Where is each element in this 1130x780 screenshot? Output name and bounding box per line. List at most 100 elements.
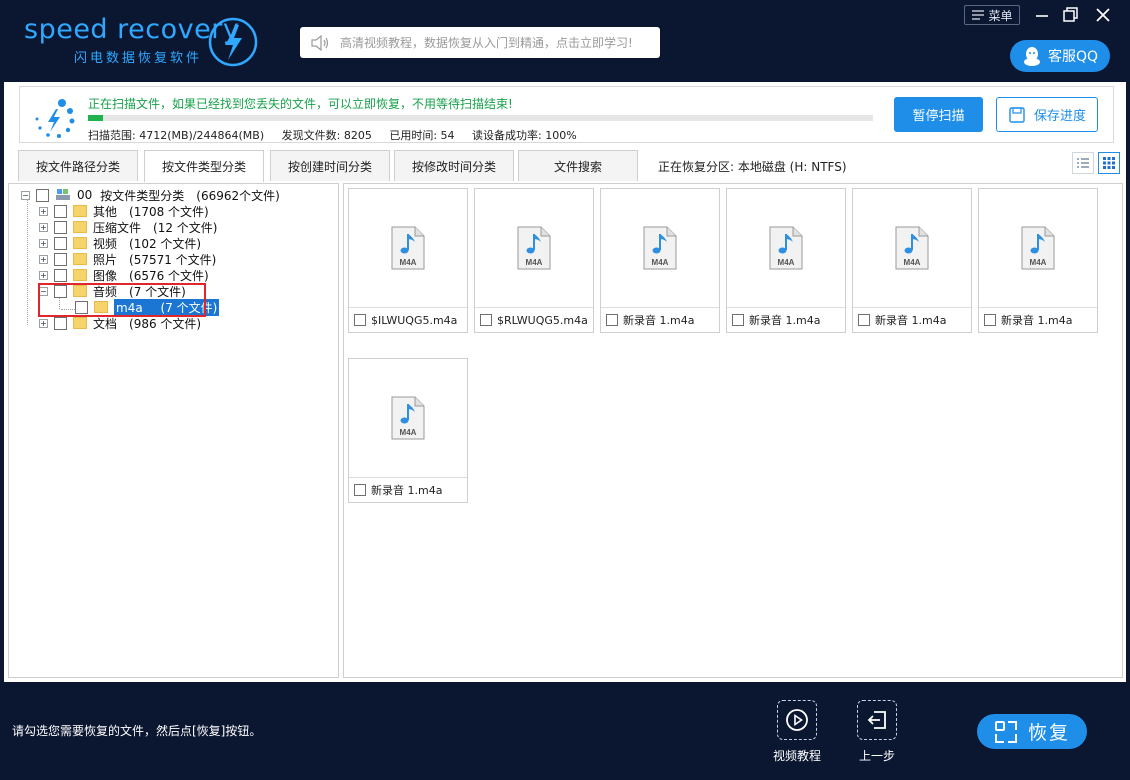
tree-item-archives[interactable]: + 压缩文件 (12 个文件) (39, 219, 217, 235)
file-card-footer: $ILWUQG5.m4a (349, 307, 467, 332)
tutorial-search-box[interactable]: 高清视频教程，数据恢复从入门到精通，点击立即学习! (300, 27, 660, 58)
tree-item-label: 文档 (93, 316, 118, 331)
menu-label: 菜单 (988, 8, 1013, 23)
file-checkbox[interactable] (732, 314, 744, 326)
tree-item-count: (1708 个文件) (129, 204, 209, 219)
video-tutorial-label: 视频教程 (773, 749, 822, 763)
previous-step-label: 上一步 (859, 749, 896, 763)
tree-root-id: 00 (77, 188, 93, 202)
expand-toggle[interactable]: + (39, 270, 48, 280)
search-placeholder: 高清视频教程，数据恢复从入门到精通，点击立即学习! (340, 36, 633, 50)
file-checkbox[interactable] (354, 314, 366, 326)
svg-text:M4A: M4A (778, 258, 795, 267)
file-grid: M4A $ILWUQG5.m4a M4A $RLWUQG5.m4a M4A 新录… (343, 183, 1123, 678)
svg-text:M4A: M4A (904, 258, 921, 267)
collapse-toggle[interactable]: − (21, 190, 30, 200)
tree-item-images[interactable]: + 图像 (6576 个文件) (39, 267, 209, 283)
file-card[interactable]: M4A $RLWUQG5.m4a (474, 188, 594, 333)
qq-penguin-icon (1023, 47, 1040, 66)
tab-by-path[interactable]: 按文件路径分类 (18, 150, 138, 181)
file-card[interactable]: M4A $ILWUQG5.m4a (348, 188, 468, 333)
instruction-hint: 请勾选您需要恢复的文件，然后点[恢复]按钮。 (12, 724, 262, 738)
file-name: 新录音 1.m4a (875, 314, 947, 327)
customer-service-qq-button[interactable]: 客服QQ (1010, 40, 1110, 72)
tree-item-photos[interactable]: + 照片 (57571 个文件) (39, 251, 216, 267)
file-card-footer: 新录音 1.m4a (727, 307, 845, 332)
read-success-rate: 读设备成功率: 100% (472, 129, 577, 142)
tree-checkbox[interactable] (54, 268, 67, 282)
file-card[interactable]: M4A 新录音 1.m4a (600, 188, 720, 333)
file-checkbox[interactable] (984, 314, 996, 326)
list-view-button[interactable] (1072, 152, 1094, 174)
expand-toggle[interactable]: + (39, 318, 48, 328)
tree-item-count: (57571 个文件) (129, 252, 217, 267)
file-card[interactable]: M4A 新录音 1.m4a (978, 188, 1098, 333)
tab-by-modified-time[interactable]: 按修改时间分类 (394, 150, 514, 181)
folder-icon (73, 253, 87, 265)
scan-status-area: 正在扫描文件，如果已经找到您丢失的文件，可以立即恢复，不用等待扫描结束! 扫描范… (19, 86, 1114, 143)
pause-scan-button[interactable]: 暂停扫描 (894, 97, 983, 132)
tree-checkbox[interactable] (54, 236, 67, 250)
tree-item-documents[interactable]: + 文档 (986 个文件) (39, 315, 201, 331)
tree-item-video[interactable]: + 视频 (102 个文件) (39, 235, 201, 251)
tree-checkbox[interactable] (36, 188, 49, 202)
grid-view-button[interactable] (1098, 152, 1120, 174)
maximize-icon[interactable] (1060, 5, 1080, 25)
folder-icon (73, 237, 87, 249)
file-name: 新录音 1.m4a (1001, 314, 1073, 327)
svg-text:M4A: M4A (652, 258, 669, 267)
file-card-footer: 新录音 1.m4a (979, 307, 1097, 332)
expand-toggle[interactable]: + (39, 238, 48, 248)
tree-checkbox[interactable] (54, 204, 67, 218)
file-name: 新录音 1.m4a (623, 314, 695, 327)
video-tutorial-button[interactable] (777, 700, 817, 740)
scanning-icon (35, 99, 75, 138)
tree-item-label: 图像 (93, 268, 118, 283)
tab-by-type[interactable]: 按文件类型分类 (144, 150, 264, 182)
expand-toggle[interactable]: + (39, 222, 48, 232)
scan-progress-bar (88, 115, 873, 121)
file-card[interactable]: M4A 新录音 1.m4a (726, 188, 846, 333)
file-checkbox[interactable] (858, 314, 870, 326)
main-panel: 正在扫描文件，如果已经找到您丢失的文件，可以立即恢复，不用等待扫描结束! 扫描范… (4, 82, 1126, 682)
save-progress-button[interactable]: 保存进度 (996, 97, 1098, 132)
file-card[interactable]: M4A 新录音 1.m4a (348, 358, 468, 503)
svg-text:M4A: M4A (1030, 258, 1047, 267)
speaker-icon (311, 34, 329, 51)
tree-checkbox[interactable] (54, 316, 67, 330)
found-file-count: 发现文件数: 8205 (281, 129, 372, 142)
tree-item-label: 其他 (93, 204, 118, 219)
tree-checkbox[interactable] (54, 252, 67, 266)
tree-item-count: (6576 个文件) (129, 268, 209, 283)
expand-toggle[interactable]: + (39, 206, 48, 216)
tree-item-label: 压缩文件 (93, 220, 142, 235)
file-checkbox[interactable] (354, 484, 366, 496)
scan-progress-fill (88, 115, 103, 121)
m4a-file-icon: M4A (643, 226, 677, 270)
tree-root-label: 按文件类型分类 (100, 188, 185, 203)
tree-item-other[interactable]: + 其他 (1708 个文件) (39, 203, 209, 219)
expand-toggle[interactable]: + (39, 254, 48, 264)
tree-root[interactable]: − 00 按文件类型分类 (66962个文件) (21, 187, 280, 203)
recover-button[interactable]: 恢复 (977, 714, 1087, 749)
file-card[interactable]: M4A 新录音 1.m4a (852, 188, 972, 333)
previous-step-button[interactable] (857, 700, 897, 740)
m4a-file-icon: M4A (391, 396, 425, 440)
menu-button[interactable]: 菜单 (964, 5, 1020, 25)
tree-checkbox[interactable] (54, 220, 67, 234)
save-progress-label: 保存进度 (1033, 109, 1086, 124)
file-checkbox[interactable] (606, 314, 618, 326)
folder-icon (73, 221, 87, 233)
minimize-icon[interactable] (1032, 5, 1052, 25)
file-thumbnail: M4A (349, 189, 467, 307)
folder-icon (73, 317, 87, 329)
drive-icon (56, 189, 70, 200)
tab-file-search[interactable]: 文件搜索 (518, 150, 638, 181)
m4a-file-icon: M4A (895, 226, 929, 270)
close-icon[interactable] (1093, 5, 1113, 25)
folder-icon (73, 269, 87, 281)
tab-by-created-time[interactable]: 按创建时间分类 (270, 150, 390, 181)
tree-item-label: 视频 (93, 236, 118, 251)
tree-item-label: 照片 (93, 252, 118, 267)
file-checkbox[interactable] (480, 314, 492, 326)
